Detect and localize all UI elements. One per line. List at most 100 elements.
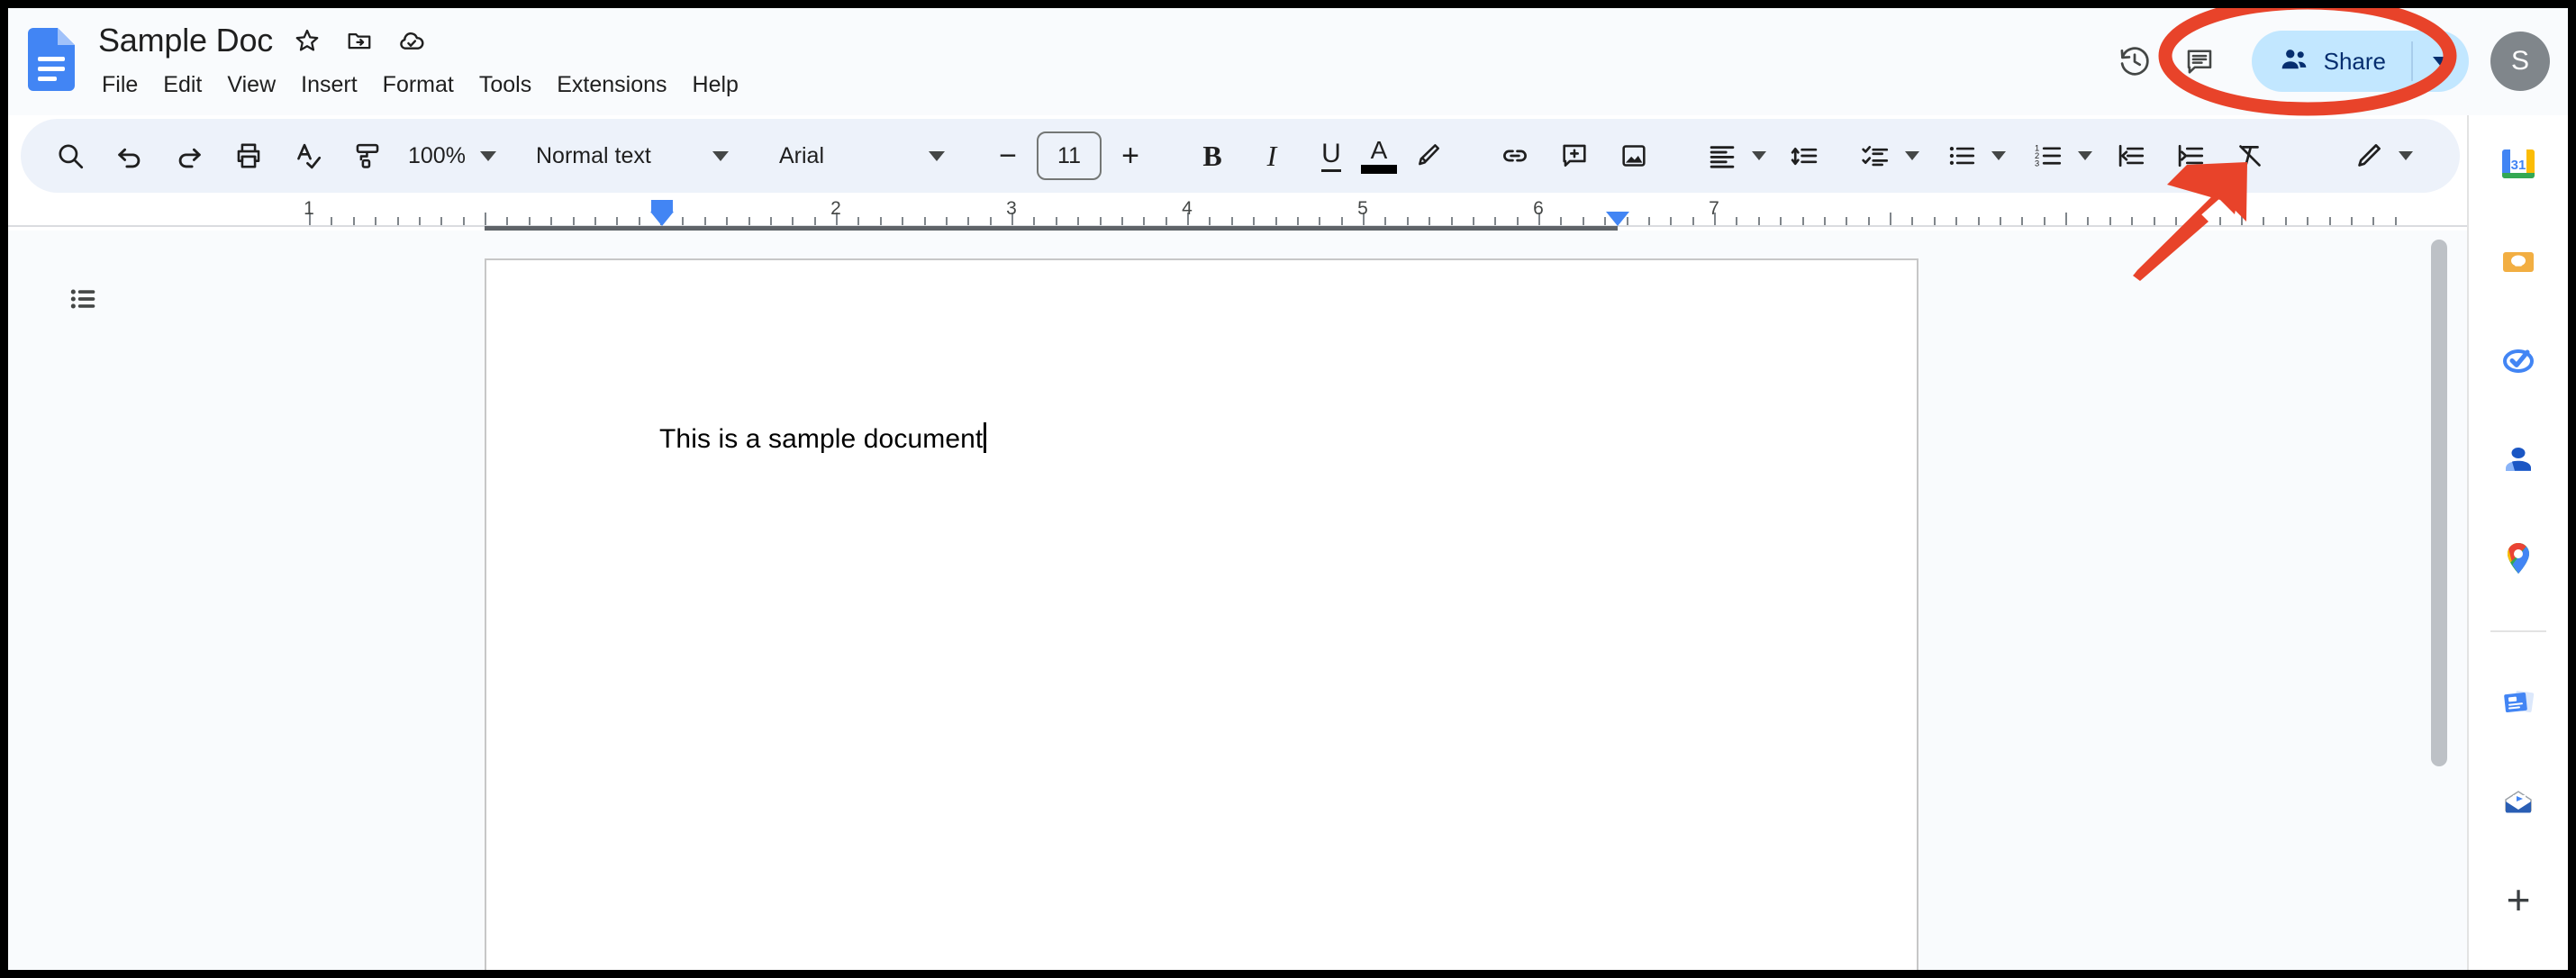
google-tasks-icon[interactable]	[2489, 332, 2548, 390]
bold-button[interactable]: B	[1186, 130, 1238, 182]
numbered-list-icon[interactable]: 1 2 3	[2022, 130, 2074, 182]
add-comment-icon[interactable]	[1548, 130, 1601, 182]
ruler-tick	[638, 217, 640, 225]
ruler-tick	[1274, 217, 1277, 225]
increase-indent-icon[interactable]	[2164, 130, 2217, 182]
document-body-text[interactable]: This is a sample document	[659, 422, 987, 455]
ruler-tick	[1494, 217, 1497, 225]
move-to-folder-icon[interactable]	[341, 23, 377, 59]
ruler-tick	[2021, 217, 2024, 225]
first-line-indent-marker[interactable]	[651, 200, 673, 213]
menu-view[interactable]: View	[214, 68, 288, 102]
insert-link-icon[interactable]	[1489, 130, 1541, 182]
window-frame-left	[0, 0, 8, 978]
paragraph-style-value: Normal text	[536, 142, 651, 168]
menu-help[interactable]: Help	[680, 68, 751, 102]
align-icon[interactable]	[1696, 130, 1748, 182]
chevron-down-icon[interactable]	[1752, 151, 1766, 160]
redo-icon[interactable]	[163, 130, 215, 182]
google-keep-icon[interactable]	[2489, 234, 2548, 292]
document-page[interactable]: This is a sample document	[485, 258, 1918, 970]
bulleted-list-icon[interactable]	[1936, 130, 1988, 182]
zoom-control[interactable]: 100%	[397, 130, 496, 182]
menu-file[interactable]: File	[89, 68, 150, 102]
text-color-label: A	[1370, 136, 1388, 164]
menu-edit[interactable]: Edit	[150, 68, 214, 102]
share-button[interactable]: Share	[2251, 31, 2469, 92]
chevron-down-icon	[929, 150, 945, 161]
google-contacts-icon[interactable]	[2489, 431, 2548, 489]
page-title[interactable]: Sample Doc	[98, 22, 273, 59]
google-calendar-icon[interactable]: 31	[2489, 135, 2548, 193]
spelling-check-icon[interactable]	[282, 130, 334, 182]
paragraph-style-dropdown[interactable]: Normal text	[525, 130, 739, 182]
menu-tools[interactable]: Tools	[467, 68, 544, 102]
menu-insert[interactable]: Insert	[288, 68, 370, 102]
version-history-icon[interactable]	[2102, 29, 2167, 94]
chevron-down-icon[interactable]	[2078, 151, 2092, 160]
ruler-tick	[1120, 217, 1123, 225]
font-family-value: Arial	[779, 142, 825, 168]
comment-history-icon[interactable]	[2167, 29, 2232, 94]
numbered-list-control[interactable]: 1 2 3	[2018, 130, 2092, 182]
cloud-saved-icon[interactable]	[394, 23, 430, 59]
scrollbar-thumb[interactable]	[2431, 240, 2447, 766]
menu-format[interactable]: Format	[370, 68, 467, 102]
decrease-indent-icon[interactable]	[2105, 130, 2157, 182]
clear-formatting-icon[interactable]	[2224, 130, 2276, 182]
share-dropdown-chevron-down-icon[interactable]	[2413, 31, 2469, 92]
decrease-font-size-button[interactable]: −	[984, 132, 1031, 179]
document-outline-icon[interactable]	[56, 270, 113, 328]
get-addons-icon[interactable]: +	[2489, 871, 2548, 928]
addon-mailmeteor-icon[interactable]	[2489, 674, 2548, 731]
ruler-tick	[375, 217, 377, 225]
ruler[interactable]: 11234567	[8, 198, 2467, 231]
ruler-number: 5	[1357, 198, 1368, 219]
ruler-number: 3	[1006, 198, 1017, 219]
left-indent-marker[interactable]	[650, 212, 674, 226]
editing-mode-icon[interactable]	[2343, 130, 2395, 182]
checklist-icon[interactable]	[1849, 130, 1901, 182]
ruler-tick	[1472, 217, 1474, 225]
ruler-tick	[528, 217, 531, 225]
formatting-toolbar: 100% Normal text Arial − 11 + B I U A 1 …	[21, 119, 2494, 193]
checklist-control[interactable]	[1846, 130, 1919, 182]
align-control[interactable]	[1692, 130, 1766, 182]
italic-button[interactable]: I	[1246, 130, 1298, 182]
ruler-tick	[1823, 217, 1826, 225]
avatar[interactable]: S	[2490, 32, 2550, 91]
menu-extensions[interactable]: Extensions	[544, 68, 679, 102]
svg-text:31: 31	[2511, 158, 2526, 173]
docs-logo-icon[interactable]	[28, 28, 75, 91]
search-icon[interactable]	[44, 130, 96, 182]
ruler-tick	[352, 217, 355, 225]
right-indent-marker[interactable]	[1605, 212, 1629, 226]
highlight-color-icon[interactable]	[1401, 130, 1453, 182]
increase-font-size-button[interactable]: +	[1107, 132, 1154, 179]
addon-envelope-icon[interactable]	[2489, 773, 2548, 830]
chevron-down-icon[interactable]	[1905, 151, 1919, 160]
underline-button[interactable]: U	[1305, 130, 1357, 182]
side-panel: 31 +	[2467, 115, 2568, 970]
chevron-down-icon[interactable]	[1991, 151, 2006, 160]
chevron-down-icon[interactable]	[2399, 151, 2413, 160]
undo-icon[interactable]	[104, 130, 156, 182]
print-icon[interactable]	[222, 130, 275, 182]
paint-format-icon[interactable]	[341, 130, 394, 182]
ruler-tick	[440, 217, 443, 225]
ruler-tick	[2197, 217, 2200, 225]
star-icon[interactable]	[289, 23, 325, 59]
google-maps-icon[interactable]	[2489, 530, 2548, 588]
text-color-button[interactable]: A	[1361, 130, 1397, 182]
header-actions: Share S	[2102, 21, 2550, 102]
font-size-input[interactable]: 11	[1037, 131, 1102, 180]
editing-mode-control[interactable]	[2339, 130, 2413, 182]
share-main[interactable]: Share	[2252, 31, 2411, 92]
vertical-scrollbar[interactable]	[2427, 234, 2451, 964]
insert-image-icon[interactable]	[1608, 130, 1660, 182]
ruler-number: 4	[1182, 198, 1193, 219]
line-spacing-icon[interactable]	[1779, 130, 1831, 182]
font-family-dropdown[interactable]: Arial	[768, 130, 956, 182]
ruler-tick	[2174, 217, 2177, 225]
bulleted-list-control[interactable]	[1932, 130, 2006, 182]
